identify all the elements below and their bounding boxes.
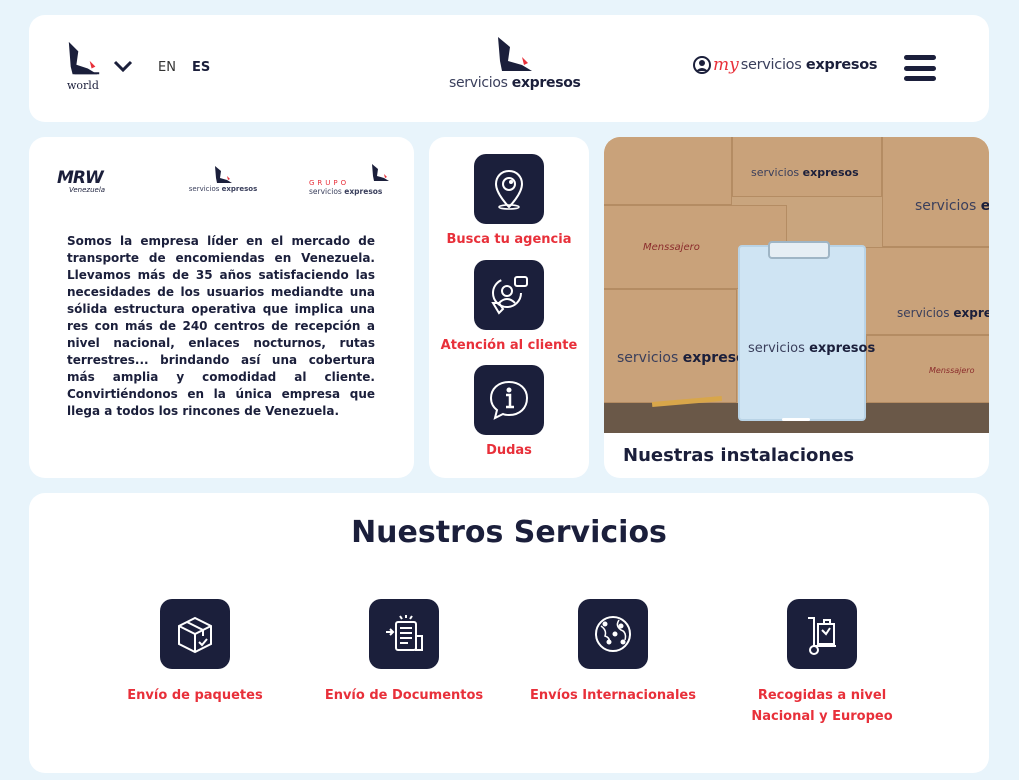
- installations-title: Nuestras instalaciones: [623, 445, 855, 466]
- world-logo-text: world: [67, 79, 99, 92]
- bird-logo-icon: [498, 37, 532, 71]
- service-envios-internacionales[interactable]: Envíos Internacionales: [513, 599, 713, 706]
- carousel-indicator[interactable]: [782, 418, 810, 421]
- clipboard-logo-text: servicios expresos: [748, 341, 876, 356]
- about-card: MRW Venezuela servicios expresos GRUPO s…: [29, 137, 414, 478]
- my-label: my: [713, 55, 739, 75]
- about-description: Somos la empresa líder en el mercado de …: [67, 234, 375, 418]
- service-envio-paquetes[interactable]: Envío de paquetes: [95, 599, 295, 706]
- location-pin-icon: [474, 154, 544, 224]
- language-en[interactable]: EN: [158, 60, 176, 75]
- hand-truck-icon: [787, 599, 857, 669]
- box: [604, 137, 732, 205]
- language-es[interactable]: ES: [192, 60, 210, 75]
- bird-logo-icon: [68, 41, 100, 75]
- box: Menssajero: [866, 335, 989, 403]
- quick-links-card: Busca tu agencia Atención al cliente Dud…: [429, 137, 589, 478]
- quick-link-atencion-cliente[interactable]: Atención al cliente: [429, 260, 589, 353]
- globe-icon: [578, 599, 648, 669]
- bird-logo-icon: [215, 166, 232, 183]
- box: servicios expresos: [882, 137, 989, 247]
- hamburger-menu-icon[interactable]: [904, 55, 936, 81]
- logo-text: servicios expresos: [449, 75, 581, 91]
- my-brand-text: servicios expresos: [740, 57, 878, 73]
- services-section: Nuestros Servicios Envío de paquetes Env…: [29, 493, 989, 773]
- box: servicios expresos: [604, 289, 754, 403]
- quick-link-dudas[interactable]: Dudas: [429, 365, 589, 458]
- clipboard-clip: [768, 241, 830, 259]
- document-icon: [369, 599, 439, 669]
- servicios-expresos-small-logo: servicios expresos: [187, 165, 259, 193]
- mrw-logo: MRW Venezuela: [57, 168, 106, 195]
- installations-photo[interactable]: servicios expresos servicios expresos Me…: [604, 137, 989, 433]
- chevron-down-icon[interactable]: [113, 59, 133, 73]
- service-envio-documentos[interactable]: Envío de Documentos: [304, 599, 504, 706]
- quick-link-busca-agencia[interactable]: Busca tu agencia: [429, 154, 589, 247]
- box: servicios expresos: [864, 247, 989, 335]
- installations-card[interactable]: servicios expresos servicios expresos Me…: [604, 137, 989, 478]
- my-servicios-expresos-link[interactable]: my servicios expresos: [693, 55, 878, 75]
- box: servicios expresos: [732, 137, 882, 197]
- bird-logo-icon: [372, 164, 389, 181]
- customer-service-icon: [474, 260, 544, 330]
- clipboard: [738, 245, 866, 421]
- user-icon: [693, 56, 711, 74]
- info-bubble-icon: [474, 365, 544, 435]
- header: world EN ES servicios expresos my servic…: [29, 15, 989, 122]
- package-icon: [160, 599, 230, 669]
- servicios-expresos-logo[interactable]: servicios expresos: [449, 35, 581, 95]
- service-recogidas[interactable]: Recogidas a nivel Nacional y Europeo: [722, 599, 922, 727]
- services-title: Nuestros Servicios: [351, 515, 667, 550]
- world-logo[interactable]: world: [65, 39, 105, 97]
